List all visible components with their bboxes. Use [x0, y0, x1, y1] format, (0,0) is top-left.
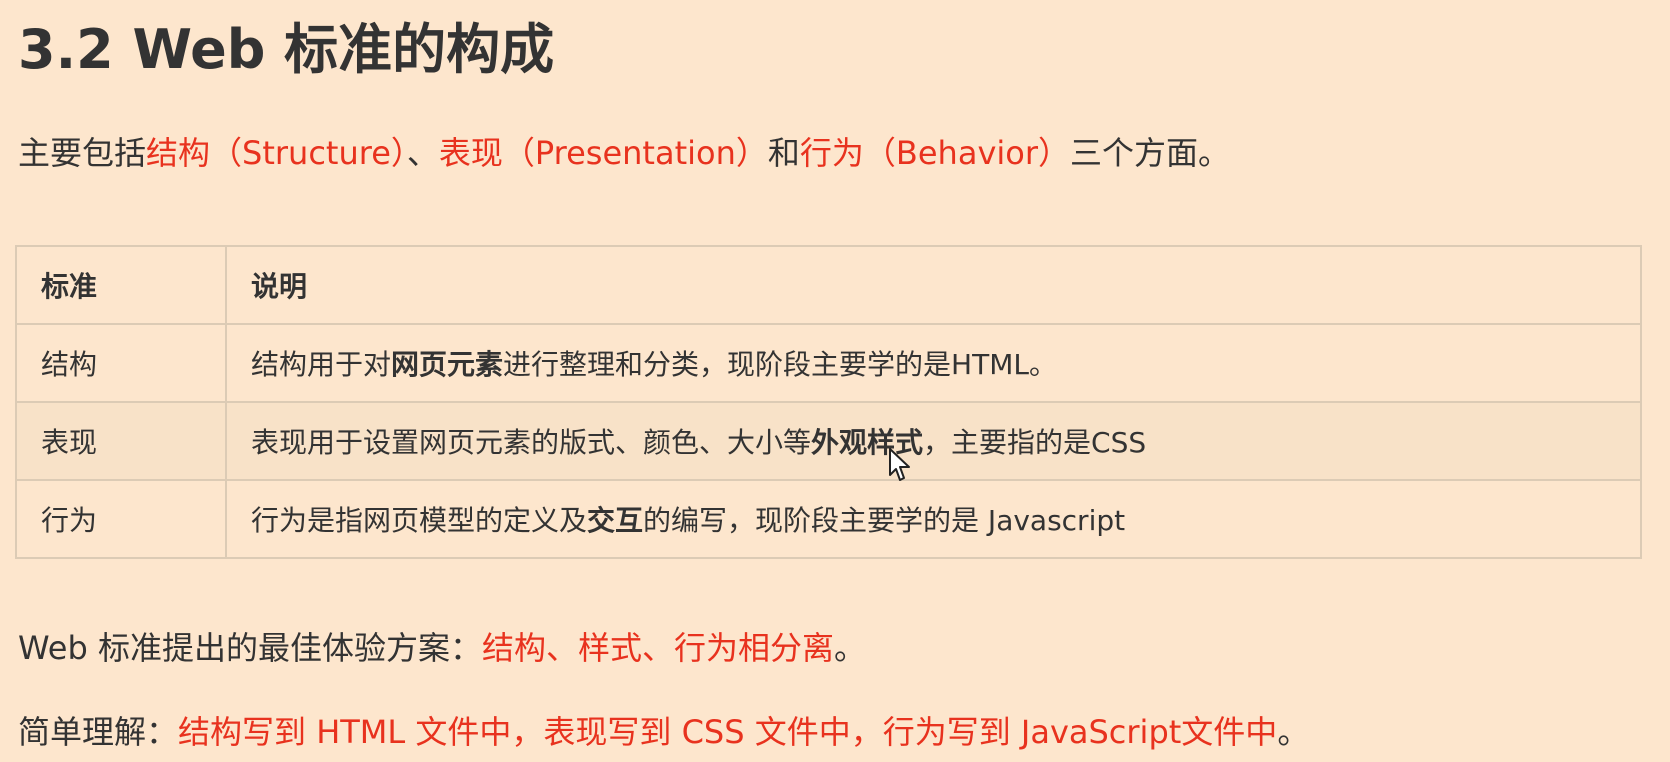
desc-emphasis: 交互: [587, 504, 644, 537]
standards-table: 标准 说明 结构 结构用于对网页元素进行整理和分类，现阶段主要学的是HTML。 …: [15, 245, 1642, 559]
row-name: 行为: [15, 479, 227, 559]
intro-structure: 结构（Structure）: [146, 134, 407, 172]
summary-end: 。: [833, 629, 866, 667]
desc-emphasis: 网页元素: [391, 348, 504, 381]
table-header-row: 标准 说明: [15, 245, 1642, 325]
page-title: 3.2 Web 标准的构成: [18, 18, 555, 81]
simple-explanation: 简单理解：结构写到 HTML 文件中，表现写到 CSS 文件中，行为写到 Jav…: [18, 707, 1309, 757]
intro-separator: 、: [406, 134, 439, 172]
desc-text: 表现用于设置网页元素的版式、颜色、大小等: [251, 426, 812, 459]
intro-paragraph: 主要包括结构（Structure）、表现（Presentation）和行为（Be…: [18, 128, 1230, 178]
table-row-behavior: 行为 行为是指网页模型的定义及交互的编写，现阶段主要学的是 Javascript: [15, 479, 1642, 559]
desc-text: 进行整理和分类，现阶段主要学的是HTML。: [503, 348, 1057, 381]
simple-end: 。: [1277, 713, 1310, 751]
intro-conjunction: 和: [767, 134, 800, 172]
desc-text: 行为是指网页模型的定义及: [251, 504, 588, 537]
row-name: 结构: [15, 323, 227, 403]
row-description: 结构用于对网页元素进行整理和分类，现阶段主要学的是HTML。: [225, 323, 1642, 403]
desc-text: ，主要指的是CSS: [923, 426, 1147, 459]
desc-text: 的编写，现阶段主要学的是 Javascript: [643, 504, 1126, 537]
intro-presentation: 表现（Presentation）: [438, 134, 768, 172]
intro-prefix: 主要包括: [18, 134, 147, 172]
intro-behavior: 行为（Behavior）: [799, 134, 1071, 172]
row-name: 表现: [15, 401, 227, 481]
header-standard: 标准: [15, 245, 227, 325]
summary-value: 结构、样式、行为相分离: [481, 629, 834, 667]
table-row-structure: 结构 结构用于对网页元素进行整理和分类，现阶段主要学的是HTML。: [15, 323, 1642, 403]
simple-value: 结构写到 HTML 文件中，表现写到 CSS 文件中，行为写到 JavaScri…: [178, 713, 1278, 751]
summary-label: Web 标准提出的最佳体验方案：: [18, 629, 482, 667]
row-description: 行为是指网页模型的定义及交互的编写，现阶段主要学的是 Javascript: [225, 479, 1642, 559]
mouse-pointer-icon: [889, 448, 910, 481]
row-description: 表现用于设置网页元素的版式、颜色、大小等外观样式，主要指的是CSS: [225, 401, 1642, 481]
desc-text: 结构用于对: [251, 348, 392, 381]
simple-label: 简单理解：: [18, 713, 179, 751]
header-description: 说明: [225, 245, 1642, 325]
intro-suffix: 三个方面。: [1070, 134, 1231, 172]
summary-paragraph: Web 标准提出的最佳体验方案：结构、样式、行为相分离。: [18, 623, 866, 673]
table-row-presentation: 表现 表现用于设置网页元素的版式、颜色、大小等外观样式，主要指的是CSS: [15, 401, 1642, 481]
